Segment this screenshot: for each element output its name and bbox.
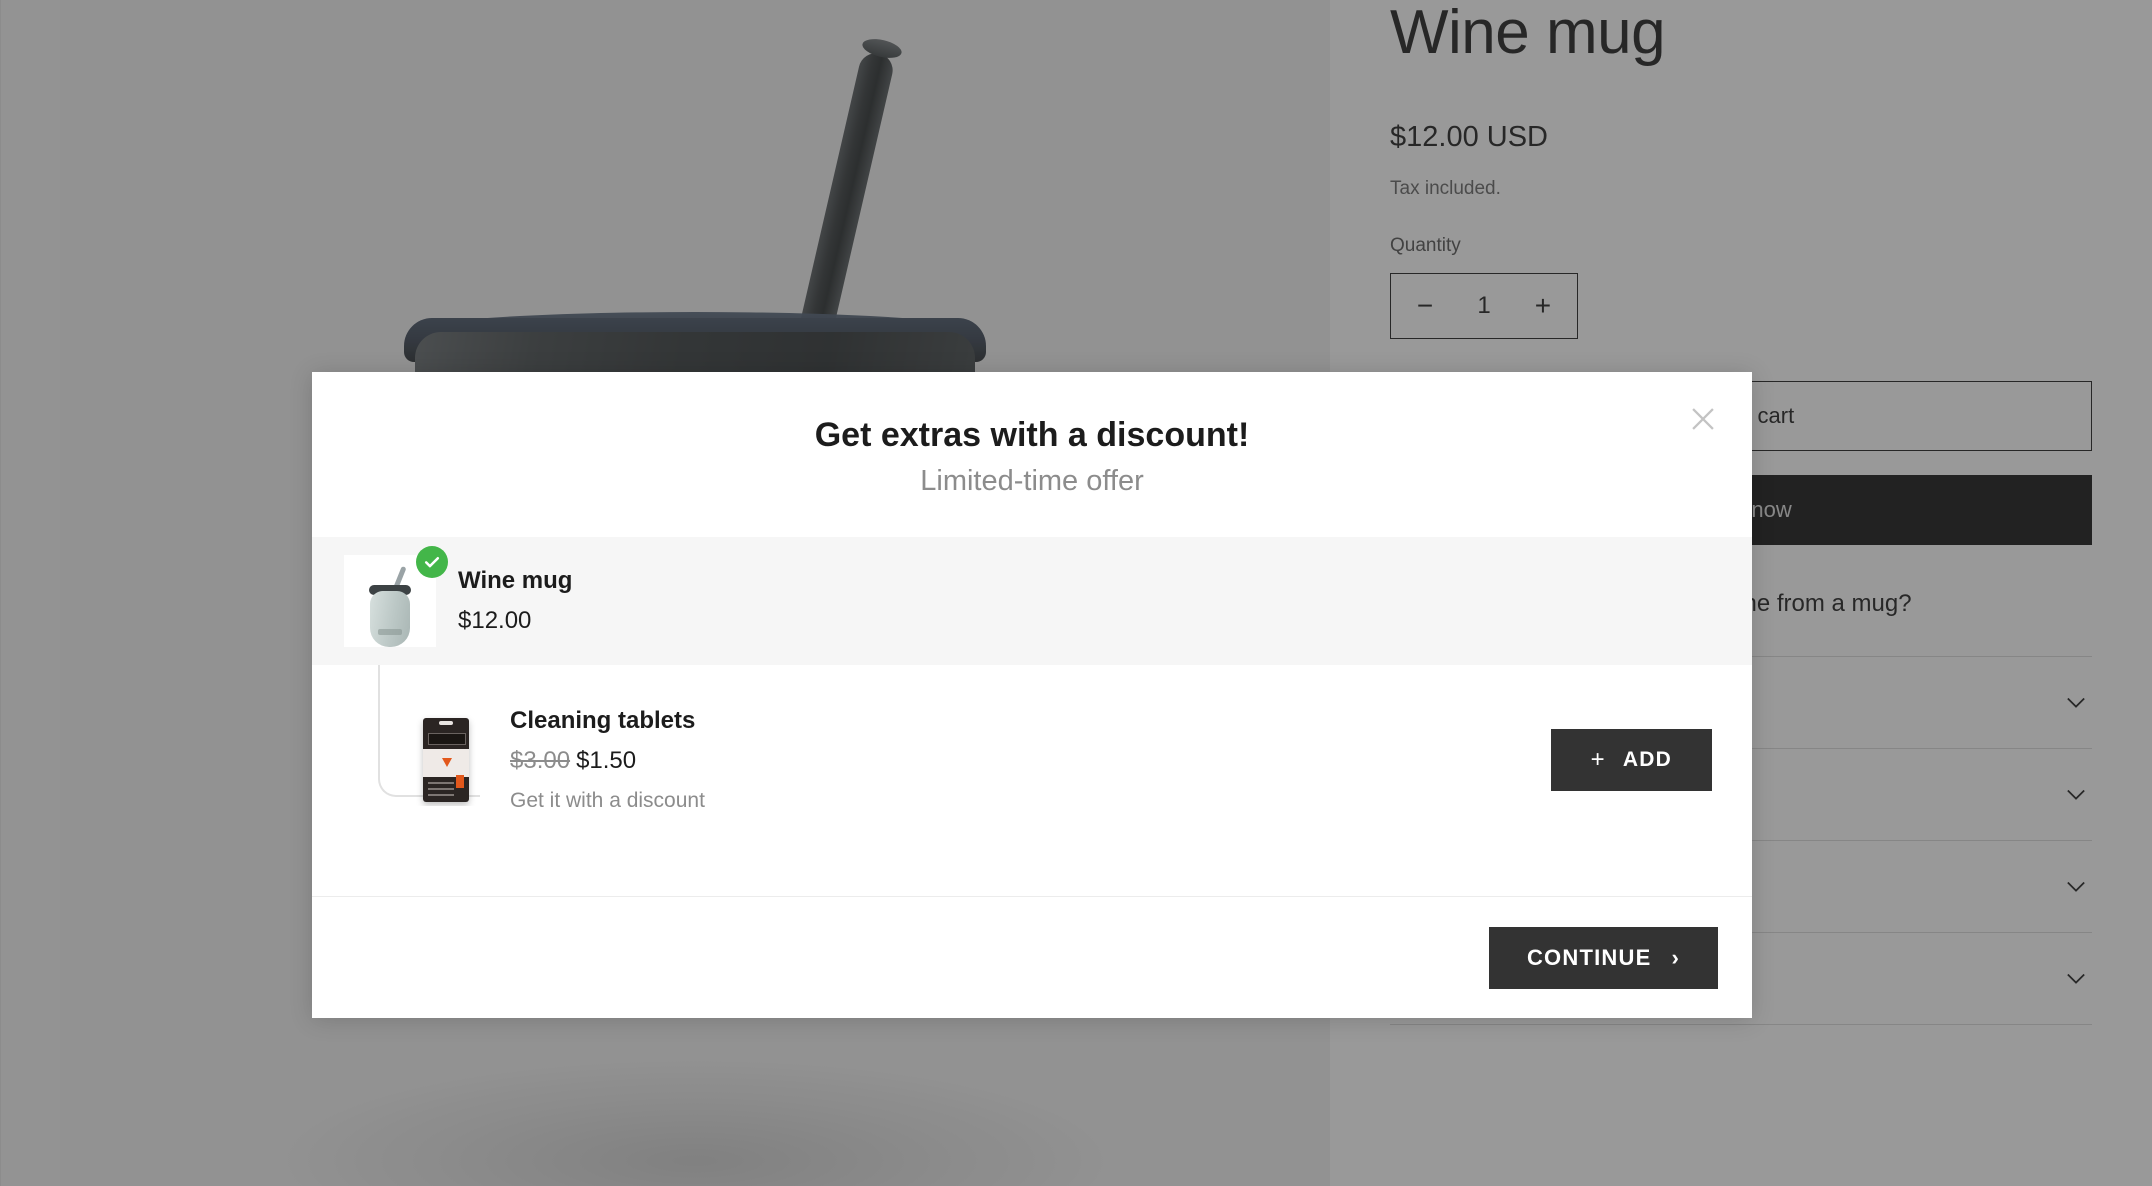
addon-product-price: $3.00 $1.50 — [510, 745, 1551, 776]
plus-icon: + — [1590, 745, 1606, 773]
mini-cup — [370, 590, 410, 647]
addon-discount-note: Get it with a discount — [510, 789, 705, 813]
add-addon-label: ADD — [1622, 747, 1672, 771]
addon-product-thumbnail — [412, 714, 480, 806]
modal-title: Get extras with a discount! — [814, 416, 1250, 454]
main-product-thumbnail-wrap — [344, 545, 448, 647]
modal-offer-list: Wine mug $12.00 Cleaning tablets $3.00 $… — [312, 536, 1752, 896]
offer-row-addon-product: Cleaning tablets $3.00 $1.50 Get it with … — [312, 664, 1752, 855]
check-circle-icon — [416, 545, 448, 578]
pack-line-2 — [428, 787, 454, 790]
offer-row-main-product: Wine mug $12.00 — [312, 536, 1752, 665]
add-addon-button[interactable]: + ADD — [1550, 728, 1712, 791]
pack-hang-hole — [439, 720, 453, 725]
main-product-name: Wine mug — [458, 567, 573, 595]
pack-line-1 — [428, 781, 454, 784]
main-product-price: $12.00 — [458, 607, 532, 635]
upsell-modal: Get extras with a discount! Limited-time… — [312, 372, 1752, 1018]
mini-logo — [378, 628, 402, 635]
addon-product-name: Cleaning tablets — [510, 706, 696, 734]
cleaning-tablets-illustration — [423, 717, 469, 802]
screen: Wine mug $12.00 USD Tax included. Quanti… — [0, 0, 2152, 1186]
modal-subtitle: Limited-time offer — [920, 464, 1144, 497]
addon-price-discounted: $1.50 — [576, 747, 637, 775]
pack-count-mark — [456, 774, 464, 788]
addon-price-original: $3.00 — [510, 747, 571, 775]
chevron-right-icon: › — [1671, 944, 1680, 970]
addon-product-info: Cleaning tablets $3.00 $1.50 Get it with … — [510, 705, 1551, 815]
main-product-info: Wine mug $12.00 — [458, 565, 1712, 636]
pack-brand-band — [428, 732, 466, 745]
continue-label: CONTINUE — [1526, 944, 1652, 970]
close-icon[interactable] — [1680, 396, 1726, 442]
wine-mug-illustration — [361, 565, 419, 647]
modal-footer: CONTINUE › — [312, 896, 1752, 1018]
pack-line-3 — [428, 793, 454, 796]
modal-header: Get extras with a discount! Limited-time… — [312, 372, 1752, 499]
pack-tablet-mark — [442, 757, 452, 767]
continue-button[interactable]: CONTINUE › — [1488, 926, 1718, 989]
